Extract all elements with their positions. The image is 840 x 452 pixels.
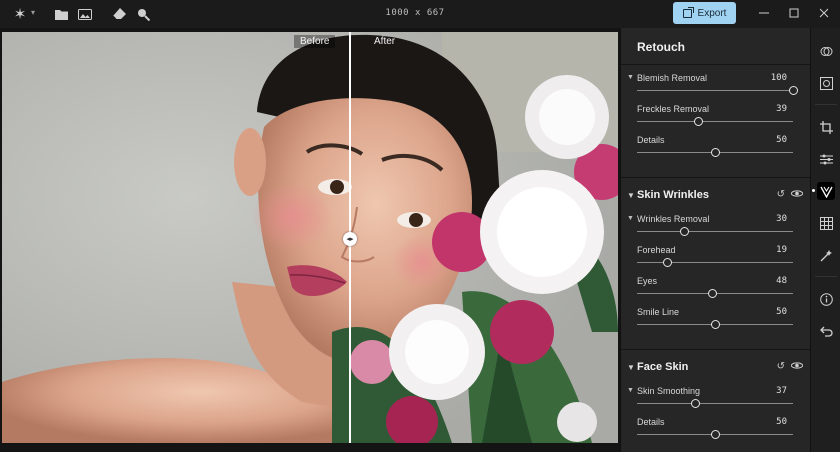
section-header-skin-wrinkles[interactable]: ▼ Skin Wrinkles ↺	[627, 187, 804, 203]
undo-icon[interactable]	[817, 322, 835, 340]
chevron-down-icon[interactable]: ▼	[627, 387, 634, 394]
crop-icon[interactable]	[817, 118, 835, 136]
slider-row[interactable]: ▼ Blemish Removal 100	[627, 73, 803, 101]
slider-label: Details	[637, 417, 665, 427]
slider-track[interactable]	[637, 90, 793, 91]
slider-knob[interactable]	[711, 320, 720, 329]
face-frame-icon[interactable]	[817, 74, 835, 92]
divider	[621, 349, 811, 350]
slider-row[interactable]: Eyes 48	[627, 276, 803, 304]
divider	[621, 177, 811, 178]
slider-track[interactable]	[637, 231, 793, 232]
export-label: Export	[697, 7, 727, 19]
slider-value[interactable]: 37	[776, 386, 787, 396]
slider-row[interactable]: Forehead 19	[627, 245, 803, 273]
slider-row[interactable]: Smile Line 50	[627, 307, 803, 335]
eye-icon[interactable]	[790, 361, 804, 373]
slider-row[interactable]: Details 50	[627, 417, 803, 445]
texture-icon[interactable]	[817, 214, 835, 232]
slider-track[interactable]	[637, 121, 793, 122]
image-canvas[interactable]: Before After ◂▸	[0, 28, 620, 452]
slider-label: Smile Line	[637, 307, 680, 317]
slider-knob[interactable]	[662, 258, 672, 267]
slider-label: Forehead	[637, 245, 676, 255]
slider-label: Blemish Removal	[637, 73, 708, 83]
slider-label: Details	[637, 135, 665, 145]
maximize-icon[interactable]	[787, 6, 801, 20]
slider-track[interactable]	[637, 403, 793, 404]
slider-knob[interactable]	[693, 117, 703, 126]
divider	[621, 64, 811, 65]
overlap-circles-icon[interactable]	[817, 42, 835, 60]
panel-title: Retouch	[637, 40, 685, 54]
slider-label: Eyes	[637, 276, 658, 286]
chevron-down-icon[interactable]: ▼	[627, 215, 634, 222]
slider-value[interactable]: 50	[776, 307, 787, 317]
slider-value[interactable]: 19	[776, 245, 787, 255]
slider-row[interactable]: Details 50	[627, 135, 803, 163]
minimize-icon[interactable]	[757, 6, 771, 20]
chevron-down-icon[interactable]: ▼	[627, 74, 634, 81]
divider	[815, 104, 837, 105]
after-label: After	[374, 36, 396, 47]
section-title: Face Skin	[637, 361, 689, 373]
reset-icon[interactable]: ↺	[777, 189, 785, 201]
export-icon	[682, 6, 694, 18]
slider-row[interactable]: ▼ Skin Smoothing 37	[627, 386, 803, 414]
slider-knob[interactable]	[711, 430, 720, 439]
slider-label: Freckles Removal	[637, 104, 710, 114]
slider-value[interactable]: 30	[776, 214, 787, 224]
close-icon[interactable]	[817, 6, 831, 20]
slider-value[interactable]: 48	[776, 276, 787, 286]
slider-knob[interactable]	[711, 148, 720, 157]
chevron-down-icon[interactable]: ▼	[627, 191, 637, 200]
chevron-down-icon[interactable]: ▼	[627, 363, 637, 372]
slider-track[interactable]	[637, 262, 793, 263]
slider-knob[interactable]	[789, 86, 798, 95]
retouch-panel: Retouch ▼ Blemish Removal 100 Freckles Remo…	[620, 28, 811, 452]
before-label: Before	[294, 35, 336, 48]
adjust-sliders-icon[interactable]	[817, 150, 835, 168]
divider	[815, 276, 837, 277]
retouch-icon[interactable]	[817, 182, 835, 200]
slider-value[interactable]: 39	[776, 104, 787, 114]
eye-icon[interactable]	[790, 189, 804, 201]
slider-knob[interactable]	[690, 399, 700, 408]
slider-row[interactable]: Freckles Removal 39	[627, 104, 803, 132]
export-button[interactable]: Export	[673, 2, 736, 24]
reset-icon[interactable]: ↺	[777, 361, 785, 373]
slider-knob[interactable]	[679, 227, 689, 236]
slider-value[interactable]: 100	[771, 73, 787, 83]
slider-row[interactable]: ▼ Wrinkles Removal 30	[627, 214, 803, 242]
active-indicator	[812, 189, 815, 192]
slider-label: Wrinkles Removal	[637, 214, 710, 224]
top-toolbar: ✶ ▾ 1000 x 667 Export	[0, 0, 840, 28]
section-title: Skin Wrinkles	[637, 189, 709, 201]
split-drag-handle[interactable]: ◂▸	[343, 232, 357, 246]
right-toolbar	[810, 28, 840, 452]
info-icon[interactable]	[817, 290, 835, 308]
slider-label: Skin Smoothing	[637, 386, 701, 396]
photo-preview[interactable]: Before After ◂▸	[2, 32, 618, 443]
slider-knob[interactable]	[707, 289, 717, 298]
magic-wand-icon[interactable]	[817, 246, 835, 264]
slider-value[interactable]: 50	[776, 135, 787, 145]
slider-value[interactable]: 50	[776, 417, 787, 427]
section-header-face-skin[interactable]: ▼ Face Skin ↺	[627, 359, 804, 375]
portrait-photo	[2, 32, 618, 443]
